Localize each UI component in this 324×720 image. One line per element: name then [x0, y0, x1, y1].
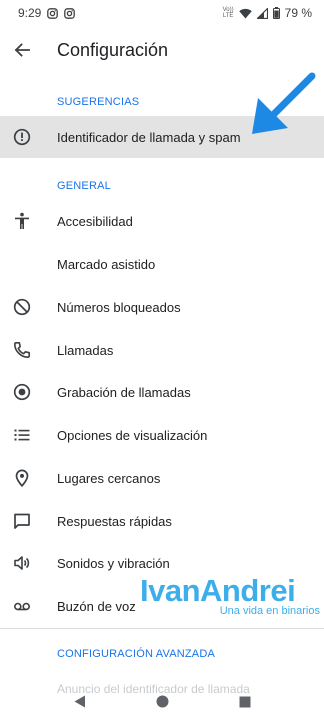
- setting-label: Opciones de visualización: [57, 427, 208, 443]
- instagram-notification-icon: [47, 7, 59, 19]
- triangle-back-icon: [74, 695, 85, 708]
- square-recents-icon: [239, 696, 250, 708]
- arrow-back-icon: [14, 43, 30, 57]
- section-header-general: GENERAL: [57, 180, 111, 192]
- setting-display-options[interactable]: Opciones de visualización: [0, 414, 324, 456]
- signal-icon: [256, 7, 268, 19]
- setting-quick-responses[interactable]: Respuestas rápidas: [0, 500, 324, 542]
- setting-label: Marcado asistido: [57, 256, 156, 272]
- setting-label: Números bloqueados: [57, 299, 181, 315]
- setting-label: Respuestas rápidas: [57, 513, 172, 529]
- back-button[interactable]: [2, 30, 42, 70]
- section-divider: [0, 628, 324, 629]
- nav-recents-button[interactable]: [239, 695, 251, 713]
- section-header-suggestions: SUGERENCIAS: [57, 96, 140, 108]
- status-bar: 9:29 Vo)) LTE 79 %: [0, 0, 324, 26]
- app-bar: Configuración: [0, 26, 324, 74]
- volte-bottom: LTE: [222, 13, 234, 19]
- record-icon: [12, 382, 32, 402]
- list-icon: [12, 425, 32, 445]
- status-left: 9:29: [18, 6, 76, 20]
- volte-indicator: Vo)) LTE: [223, 7, 234, 19]
- chat-bubble-icon: [12, 511, 32, 531]
- battery-percent: 79 %: [284, 6, 312, 20]
- setting-assisted-dialing[interactable]: Marcado asistido: [0, 243, 324, 285]
- status-time: 9:29: [18, 6, 42, 20]
- setting-label: Llamadas: [57, 342, 114, 358]
- phone-icon: [12, 340, 32, 360]
- setting-accessibility[interactable]: Accesibilidad: [0, 200, 324, 242]
- setting-calls[interactable]: Llamadas: [0, 329, 324, 371]
- setting-label: Buzón de voz: [57, 598, 136, 614]
- setting-label: Lugares cercanos: [57, 470, 161, 486]
- accessibility-icon: [12, 211, 32, 231]
- annotation-arrow-icon: [252, 72, 316, 134]
- nav-home-button[interactable]: [156, 695, 169, 713]
- setting-call-recording[interactable]: Grabación de llamadas: [0, 371, 324, 413]
- section-header-advanced: CONFIGURACIÓN AVANZADA: [57, 648, 216, 660]
- page-title: Configuración: [57, 39, 169, 60]
- setting-nearby-places[interactable]: Lugares cercanos: [0, 457, 324, 499]
- watermark-name: IvanAndrei: [140, 573, 296, 608]
- alert-circle-icon: [12, 127, 32, 147]
- setting-blocked-numbers[interactable]: Números bloqueados: [0, 286, 324, 328]
- setting-label: Identificador de llamada y spam: [57, 129, 241, 145]
- status-right: Vo)) LTE 79 %: [223, 6, 312, 20]
- instagram-notification-icon: [64, 7, 76, 19]
- setting-label: Sonidos y vibración: [57, 555, 170, 571]
- watermark-logo: IvanAndrei Una vida en binarios: [140, 573, 324, 618]
- nav-back-button[interactable]: [74, 695, 86, 713]
- circle-home-icon: [156, 695, 168, 708]
- volume-icon: [12, 553, 32, 573]
- setting-label: Grabación de llamadas: [57, 384, 191, 400]
- location-pin-icon: [12, 468, 32, 488]
- setting-label: Accesibilidad: [57, 213, 133, 229]
- voicemail-icon: [12, 596, 32, 616]
- system-nav-bar: [0, 688, 324, 720]
- block-icon: [12, 297, 32, 317]
- wifi-icon: [238, 8, 252, 19]
- battery-icon: [272, 7, 280, 19]
